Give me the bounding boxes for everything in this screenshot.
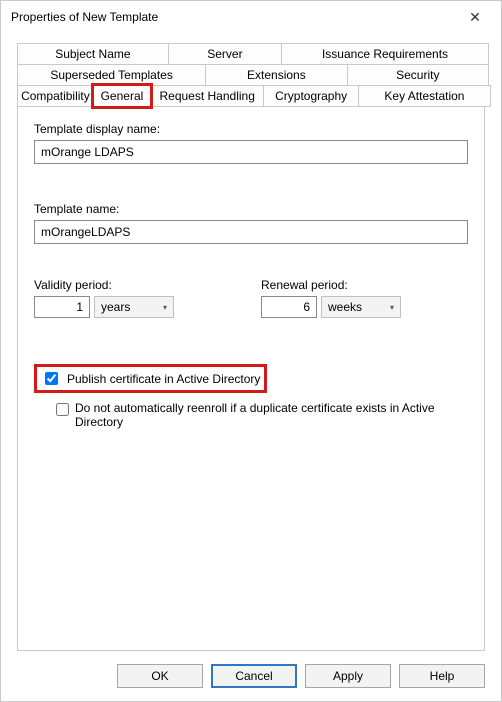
no-reenroll-label: Do not automatically reenroll if a dupli… [75,401,468,429]
renewal-value-input[interactable] [261,296,317,318]
highlight-publish: Publish certificate in Active Directory [34,364,267,393]
renewal-label: Renewal period: [261,278,468,292]
cancel-button[interactable]: Cancel [211,664,297,688]
display-name-label: Template display name: [34,122,468,136]
no-reenroll-checkbox[interactable] [56,403,69,416]
dialog-window: Properties of New Template ✕ Subject Nam… [0,0,502,702]
close-button[interactable]: ✕ [455,3,495,31]
tab-subject-name[interactable]: Subject Name [17,43,169,65]
renewal-group: Renewal period: weeks ▾ [261,278,468,318]
tab-key-attestation[interactable]: Key Attestation [358,85,491,107]
tab-server[interactable]: Server [168,43,282,65]
titlebar: Properties of New Template ✕ [1,1,501,33]
chevron-down-icon: ▾ [163,303,167,312]
tab-compatibility[interactable]: Compatibility [17,85,94,107]
tab-superseded-templates[interactable]: Superseded Templates [17,64,206,86]
window-title: Properties of New Template [11,10,455,24]
tab-row-3: Compatibility General Request Handling C… [17,85,485,106]
tab-issuance-requirements[interactable]: Issuance Requirements [281,43,489,65]
tab-security[interactable]: Security [347,64,489,86]
tab-request-handling[interactable]: Request Handling [150,85,264,107]
display-name-input[interactable] [34,140,468,164]
validity-label: Validity period: [34,278,241,292]
no-reenroll-group: Do not automatically reenroll if a dupli… [56,401,468,429]
tab-row-2: Superseded Templates Extensions Security [17,64,485,85]
tab-general[interactable]: General [93,85,151,107]
tab-cryptography[interactable]: Cryptography [263,85,359,107]
template-name-label: Template name: [34,202,468,216]
publish-label: Publish certificate in Active Directory [67,372,260,386]
template-name-input[interactable] [34,220,468,244]
validity-unit-value: years [101,300,130,314]
tab-extensions[interactable]: Extensions [205,64,347,86]
renewal-unit-combo[interactable]: weeks ▾ [321,296,401,318]
dialog-footer: OK Cancel Apply Help [1,651,501,701]
tab-row-1: Subject Name Server Issuance Requirement… [17,43,485,64]
dialog-body: Subject Name Server Issuance Requirement… [1,33,501,651]
chevron-down-icon: ▾ [390,303,394,312]
renewal-unit-value: weeks [328,300,362,314]
validity-unit-combo[interactable]: years ▾ [94,296,174,318]
general-panel: Template display name: Template name: Va… [17,106,485,651]
publish-group: Publish certificate in Active Directory [34,364,468,393]
help-button[interactable]: Help [399,664,485,688]
apply-button[interactable]: Apply [305,664,391,688]
close-icon: ✕ [469,9,481,26]
validity-value-input[interactable] [34,296,90,318]
validity-group: Validity period: years ▾ [34,278,241,318]
period-row: Validity period: years ▾ Renewal period: [34,278,468,318]
ok-button[interactable]: OK [117,664,203,688]
publish-checkbox[interactable] [45,372,58,385]
tabset: Subject Name Server Issuance Requirement… [17,43,485,106]
